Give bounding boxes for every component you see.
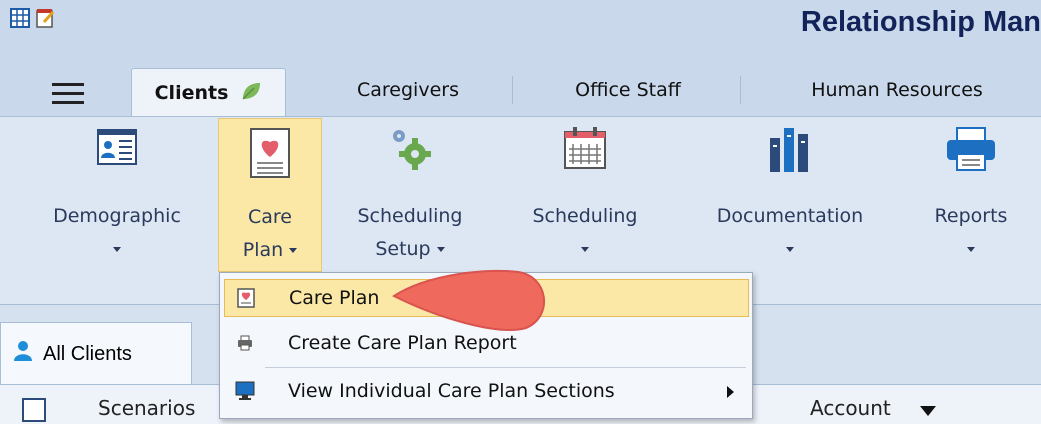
- pointer-annotation-icon: [388, 266, 558, 340]
- tab-divider: [740, 76, 741, 104]
- scheduling-setup-button[interactable]: Scheduling Setup: [332, 118, 488, 270]
- dropdown-caret: [967, 247, 975, 252]
- dropdown-caret: [581, 247, 589, 252]
- account-dropdown[interactable]: Account: [810, 396, 891, 420]
- dropdown-caret: [113, 247, 121, 252]
- hamburger-icon[interactable]: [52, 83, 84, 105]
- dropdown-caret: [786, 247, 794, 252]
- menu-separator: [265, 367, 746, 368]
- heart-document-icon: [248, 127, 292, 184]
- documentation-label: Documentation: [716, 205, 864, 227]
- tab-all-clients[interactable]: All Clients: [0, 322, 192, 385]
- menu-item-label: Care Plan: [289, 287, 380, 309]
- grid-icon[interactable]: [10, 8, 30, 28]
- tab-clients-label: Clients: [154, 82, 229, 104]
- demographic-label: Demographic: [53, 205, 181, 227]
- menu-item-view-individual-sections[interactable]: View Individual Care Plan Sections: [224, 373, 747, 409]
- calendar-icon: [562, 126, 608, 175]
- scheduling-button[interactable]: Scheduling: [510, 118, 660, 270]
- reports-label: Reports: [934, 205, 1008, 227]
- scheduling-label: Scheduling: [532, 205, 638, 227]
- demographic-button[interactable]: Demographic: [28, 118, 206, 270]
- printer-icon: [945, 126, 997, 177]
- documentation-button[interactable]: Documentation: [690, 118, 890, 270]
- tab-divider: [512, 76, 513, 104]
- tab-clients[interactable]: Clients: [131, 68, 286, 117]
- submenu-arrow-icon: [727, 386, 734, 398]
- tab-office-staff[interactable]: Office Staff: [540, 68, 716, 112]
- leaf-icon: [240, 80, 262, 107]
- reports-button[interactable]: Reports: [912, 118, 1030, 270]
- notepad-icon[interactable]: [36, 8, 56, 28]
- tab-caregivers[interactable]: Caregivers: [318, 68, 498, 112]
- scenarios-dropdown[interactable]: Scenarios: [98, 396, 195, 420]
- care-plan-button[interactable]: Care Plan: [218, 118, 322, 272]
- contact-card-icon: [96, 126, 138, 173]
- books-icon: [768, 126, 812, 179]
- app-title: Relationship Man: [800, 6, 1041, 38]
- menu-item-label: View Individual Care Plan Sections: [288, 380, 615, 402]
- printer-icon: [234, 332, 256, 354]
- care-plan-label-line2: Plan: [242, 239, 284, 261]
- scheduling-setup-label-line2: Setup: [375, 238, 431, 260]
- tab-human-resources[interactable]: Human Resources: [778, 68, 1016, 112]
- person-icon: [13, 340, 33, 368]
- monitor-icon: [234, 380, 256, 402]
- dropdown-caret: [289, 248, 298, 253]
- checkbox[interactable]: [22, 398, 46, 422]
- heart-document-icon: [235, 287, 257, 309]
- gears-icon: [387, 126, 433, 177]
- care-plan-label-line1: Care: [248, 206, 292, 228]
- dropdown-caret: [436, 247, 445, 252]
- scheduling-setup-label-line1: Scheduling: [357, 205, 463, 227]
- tab-all-clients-label: All Clients: [43, 342, 132, 365]
- account-caret-icon[interactable]: [920, 406, 936, 416]
